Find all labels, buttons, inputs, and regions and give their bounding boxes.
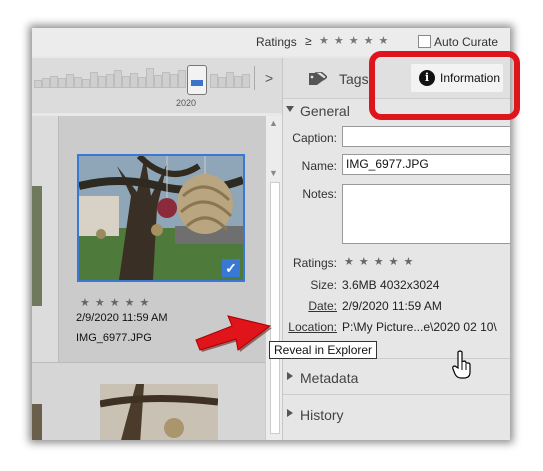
section-divider — [283, 394, 510, 395]
size-value: 3.6MB 4032x3024 — [342, 278, 440, 292]
timeline-divider — [254, 66, 255, 90]
metadata-title: Metadata — [300, 370, 359, 386]
caption-label: Caption: — [292, 131, 337, 145]
timeline-histogram — [32, 66, 260, 88]
annotation-arrow-icon — [195, 315, 272, 352]
thumbnail-partial — [32, 186, 42, 306]
annotation-highlight-box — [369, 51, 520, 120]
tree-photo — [100, 384, 218, 440]
reveal-in-explorer-tooltip: Reveal in Explorer — [269, 341, 378, 359]
history-section-header[interactable]: History — [283, 404, 510, 426]
scroll-up-icon[interactable]: ▲ — [269, 118, 278, 128]
thumbnail-date: 2/9/2020 11:59 AM — [76, 312, 168, 324]
notes-label: Notes: — [302, 187, 337, 201]
scroll-down-icon[interactable]: ▼ — [269, 168, 278, 178]
timeline-year-label: 2020 — [176, 98, 197, 108]
tab-tags[interactable]: Tags — [339, 71, 369, 87]
location-value: P:\My Picture...e\2020 02 10\ — [342, 320, 497, 334]
thumbnail-next-row[interactable] — [100, 384, 218, 440]
name-label: Name: — [301, 159, 337, 173]
metadata-section-header[interactable]: Metadata — [283, 367, 510, 389]
general-title: General — [300, 103, 350, 119]
date-link[interactable]: Date: — [287, 299, 337, 313]
ratings-filter-stars[interactable]: ★★★★★ — [319, 34, 393, 47]
notes-field[interactable] — [342, 184, 510, 244]
expand-right-icon — [287, 372, 293, 380]
name-field[interactable]: IMG_6977.JPG — [342, 154, 510, 175]
ratings-label: Ratings: — [292, 256, 337, 270]
hand-cursor-icon — [452, 350, 471, 379]
size-label: Size: — [310, 278, 337, 292]
ratings-filter-label: Ratings — [256, 35, 297, 49]
thumbnail-selected[interactable]: ✓ — [77, 154, 245, 282]
grid-cell-partial[interactable] — [32, 116, 59, 362]
tag-icon[interactable] — [309, 72, 327, 85]
timeline-next-button[interactable]: > — [265, 70, 273, 86]
auto-curate-checkbox[interactable] — [418, 35, 431, 48]
ratings-operator[interactable]: ≥ — [305, 34, 312, 48]
thumbnail-rating-stars[interactable]: ★★★★★ — [80, 296, 154, 309]
media-grid: ✓ ★★★★★ 2/9/2020 11:59 AM IMG_6977.JPG — [32, 116, 265, 440]
timeline-handle[interactable] — [187, 65, 207, 95]
location-link[interactable]: Location: — [283, 320, 337, 334]
grid-scrollbar[interactable]: ▲ ▼ — [265, 116, 282, 440]
auto-curate-label[interactable]: Auto Curate — [434, 35, 498, 49]
selected-checkmark-icon[interactable]: ✓ — [222, 259, 240, 277]
expand-down-icon — [286, 106, 294, 112]
ornament-photo — [79, 156, 243, 280]
history-title: History — [300, 407, 344, 423]
grid-row-divider — [32, 362, 265, 363]
caption-field[interactable] — [342, 126, 510, 147]
timeline-bar[interactable]: 2020 > — [32, 58, 282, 113]
expand-right-icon — [287, 409, 293, 417]
thumbnail-filename: IMG_6977.JPG — [76, 332, 152, 344]
date-value: 2/9/2020 11:59 AM — [342, 299, 442, 313]
thumbnail-partial — [32, 404, 42, 440]
rating-stars[interactable]: ★★★★★ — [344, 255, 418, 268]
